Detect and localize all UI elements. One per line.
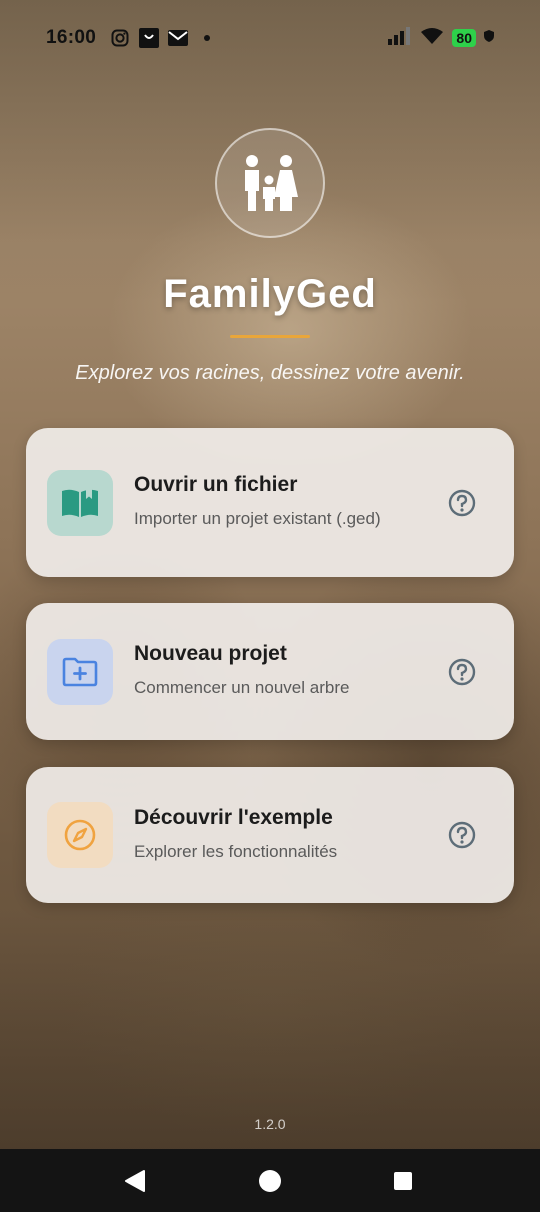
- signal-icon: [388, 26, 412, 50]
- open-file-card[interactable]: Ouvrir un fichier Importer un projet exi…: [26, 428, 514, 577]
- shopping-bag-icon: [139, 28, 160, 48]
- card-subtitle: Commencer un nouvel arbre: [134, 678, 350, 697]
- add-folder-icon: [47, 638, 113, 705]
- app-title: FamilyGed: [163, 272, 377, 316]
- card-subtitle: Importer un projet existant (.ged): [134, 509, 381, 528]
- card-title: Découvrir l'exemple: [134, 805, 333, 829]
- open-book-icon: [47, 469, 113, 536]
- help-circle-icon[interactable]: [448, 821, 476, 849]
- wifi-icon: [420, 27, 444, 50]
- new-project-card[interactable]: Nouveau projet Commencer un nouvel arbre: [26, 603, 514, 740]
- discover-example-card[interactable]: Découvrir l'exemple Explorer les fonctio…: [26, 767, 514, 903]
- shield-icon: [484, 29, 494, 47]
- home-icon[interactable]: [230, 1149, 310, 1212]
- tagline: Explorez vos racines, dessinez votre ave…: [75, 362, 465, 384]
- card-title: Ouvrir un fichier: [134, 473, 298, 496]
- battery-indicator: 80: [452, 29, 476, 47]
- title-underline: [230, 335, 310, 338]
- app-version: 1.2.0: [254, 1116, 286, 1132]
- mail-icon: [168, 28, 189, 48]
- help-circle-icon[interactable]: [448, 658, 476, 686]
- compass-icon: [47, 802, 113, 868]
- help-circle-icon[interactable]: [448, 489, 476, 517]
- instagram-icon: [110, 28, 130, 48]
- back-icon[interactable]: [95, 1149, 175, 1212]
- recents-icon[interactable]: [363, 1149, 443, 1212]
- card-title: Nouveau projet: [134, 642, 287, 665]
- family-icon: [215, 128, 325, 238]
- status-bar: 16:00 80: [0, 0, 540, 76]
- navigation-bar: [0, 1149, 540, 1212]
- status-time: 16:00: [46, 27, 97, 48]
- dot-icon: [197, 28, 217, 48]
- card-subtitle: Explorer les fonctionnalités: [134, 841, 338, 861]
